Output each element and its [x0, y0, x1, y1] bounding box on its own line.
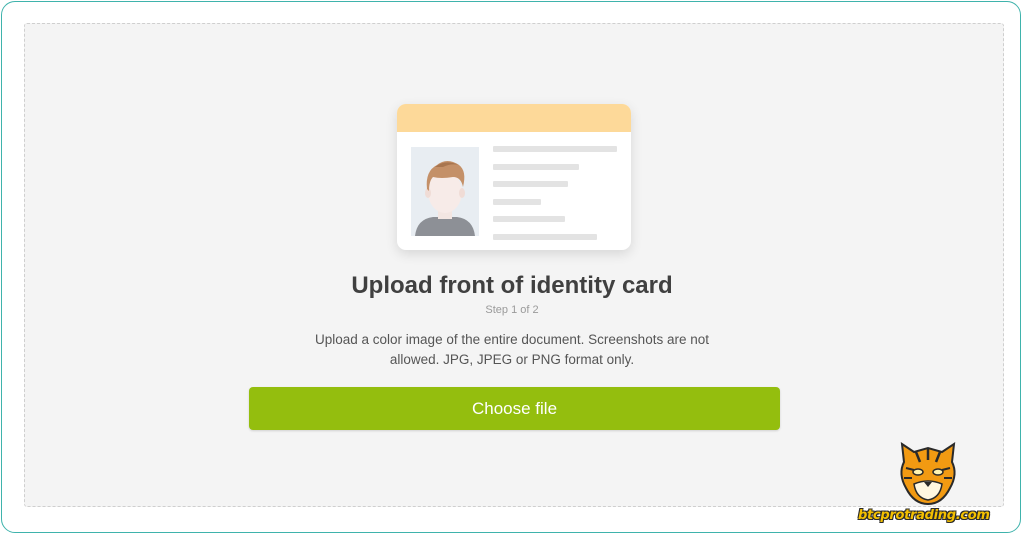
- tiger-logo-icon: [896, 438, 960, 506]
- choose-file-button[interactable]: Choose file: [249, 387, 780, 430]
- id-line: [493, 181, 568, 188]
- id-text-lines: [493, 146, 617, 250]
- id-line: [493, 198, 541, 205]
- watermark-text: btcprotrading.com: [858, 508, 990, 523]
- upload-instructions: Upload a color image of the entire docum…: [315, 332, 709, 367]
- id-line: [493, 233, 597, 240]
- id-card-header: [397, 104, 631, 132]
- upload-dropzone[interactable]: [24, 23, 1004, 507]
- id-line: [493, 146, 617, 152]
- page-title: Upload front of identity card: [351, 272, 673, 299]
- id-photo-icon: [411, 147, 479, 236]
- id-card-illustration: [397, 104, 631, 250]
- id-line: [493, 216, 565, 223]
- step-indicator: Step 1 of 2: [485, 304, 539, 316]
- id-line: [493, 163, 579, 170]
